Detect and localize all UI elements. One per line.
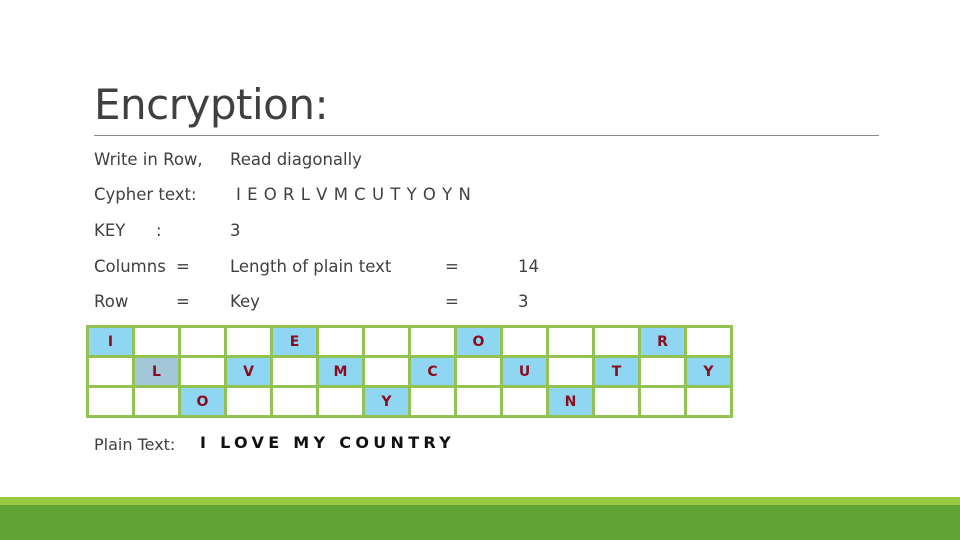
grid-cell-letter: V (224, 355, 273, 388)
grid-cell-empty (270, 385, 319, 418)
rows-eq2: = (445, 292, 459, 311)
columns-eq1: = (176, 257, 190, 276)
grid-cell-letter: R (638, 325, 687, 358)
grid-row: OYN (86, 385, 733, 418)
method-label: Write in Row, (94, 150, 203, 169)
grid-cell-empty (454, 355, 503, 388)
grid-cell-empty (684, 385, 733, 418)
slide-title: Encryption: (94, 80, 329, 129)
grid-cell-empty (408, 325, 457, 358)
grid-cell-empty (592, 385, 641, 418)
grid-cell-empty (132, 325, 181, 358)
grid-cell-empty (638, 385, 687, 418)
grid-cell-empty (132, 385, 181, 418)
columns-desc: Length of plain text (230, 257, 392, 276)
grid-cell-empty (362, 355, 411, 388)
grid-cell-empty (316, 385, 365, 418)
footer-bar-dark (0, 505, 960, 540)
grid-cell-letter: N (546, 385, 595, 418)
grid-cell-empty (224, 385, 273, 418)
cypher-label: Cypher text: (94, 185, 197, 204)
grid-cell-empty (270, 355, 319, 388)
grid-cell-empty (86, 385, 135, 418)
columns-value: 14 (518, 257, 539, 276)
grid-cell-empty (454, 385, 503, 418)
title-divider (94, 135, 879, 136)
plain-text-value: I LOVE MY COUNTRY (200, 433, 456, 452)
grid-cell-empty (178, 325, 227, 358)
grid-cell-letter: E (270, 325, 319, 358)
grid-cell-letter: T (592, 355, 641, 388)
cypher-value: I E O R L V M C U T Y O Y N (236, 185, 472, 204)
rows-desc: Key (230, 292, 260, 311)
key-value: 3 (230, 221, 241, 240)
rows-eq1: = (176, 292, 190, 311)
grid-cell-letter: M (316, 355, 365, 388)
method-value: Read diagonally (230, 150, 362, 169)
grid-cell-empty (684, 325, 733, 358)
grid-cell-letter: I (86, 325, 135, 358)
grid-row: LVMCUTY (86, 355, 733, 388)
grid-cell-letter: C (408, 355, 457, 388)
grid-cell-empty (500, 325, 549, 358)
columns-label: Columns (94, 257, 166, 276)
grid-cell-empty (178, 355, 227, 388)
grid-cell-letter: Y (362, 385, 411, 418)
footer-bar-light (0, 497, 960, 505)
grid-cell-empty (86, 355, 135, 388)
grid-cell-empty (362, 325, 411, 358)
rows-value: 3 (518, 292, 529, 311)
grid-row: IEOR (86, 325, 733, 358)
grid-cell-empty (224, 325, 273, 358)
grid-cell-empty (546, 325, 595, 358)
key-label: KEY (94, 221, 126, 240)
grid-cell-empty (500, 385, 549, 418)
rows-label: Row (94, 292, 129, 311)
plain-text-label: Plain Text: (94, 435, 176, 454)
rail-fence-grid: I E O R L V M C U T Y O Y N (86, 325, 733, 418)
grid-cell-letter: Y (684, 355, 733, 388)
grid-cell-empty (316, 325, 365, 358)
grid-cell-empty (408, 385, 457, 418)
grid-cell-empty (546, 355, 595, 388)
grid-cell-letter: O (178, 385, 227, 418)
grid-cell-empty (592, 325, 641, 358)
columns-eq2: = (445, 257, 459, 276)
grid-cell-letter: L (132, 355, 181, 388)
key-sep: : (156, 221, 162, 240)
grid-cell-letter: O (454, 325, 503, 358)
grid-cell-letter: U (500, 355, 549, 388)
grid-cell-empty (638, 355, 687, 388)
